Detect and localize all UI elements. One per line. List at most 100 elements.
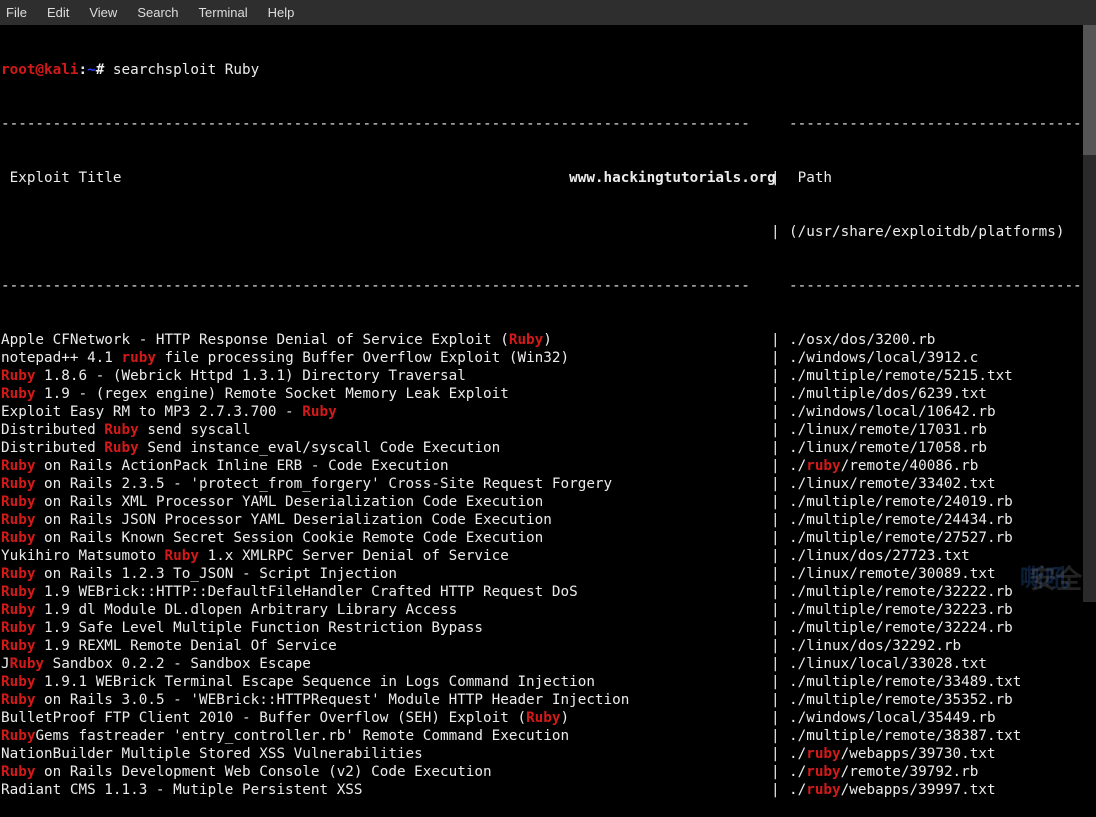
exploit-title: Ruby on Rails Known Secret Session Cooki… xyxy=(1,529,771,547)
match-highlight: Ruby xyxy=(1,764,35,780)
result-row: NationBuilder Multiple Stored XSS Vulner… xyxy=(1,745,1096,763)
prompt-command: searchsploit Ruby xyxy=(113,62,259,78)
exploit-title: RubyGems fastreader 'entry_controller.rb… xyxy=(1,727,771,745)
exploit-path: ./multiple/remote/35352.rb xyxy=(789,691,1096,709)
exploit-path: ./multiple/dos/6239.txt xyxy=(789,385,1096,403)
exploit-title: Ruby 1.9 - (regex engine) Remote Socket … xyxy=(1,385,771,403)
column-separator: | xyxy=(771,547,789,565)
exploit-title: Ruby 1.9 REXML Remote Denial Of Service xyxy=(1,637,771,655)
exploit-path: ./ruby/remote/39792.rb xyxy=(789,763,1096,781)
exploit-path: ./multiple/remote/33489.txt xyxy=(789,673,1096,691)
header-row-1: Exploit Title www.hackingtutorials.org |… xyxy=(1,169,1096,187)
match-highlight: Ruby xyxy=(104,440,138,456)
exploit-title: Ruby on Rails 1.2.3 To_JSON - Script Inj… xyxy=(1,565,771,583)
exploit-path: ./multiple/remote/24019.rb xyxy=(789,493,1096,511)
header-row-2: | (/usr/share/exploitdb/platforms) xyxy=(1,223,1096,241)
exploit-path: ./multiple/remote/27527.rb xyxy=(789,529,1096,547)
result-row: Ruby 1.9 REXML Remote Denial Of Service|… xyxy=(1,637,1096,655)
exploit-title: BulletProof FTP Client 2010 - Buffer Ove… xyxy=(1,709,771,727)
exploit-path: ./linux/dos/27723.txt xyxy=(789,547,1096,565)
menu-view[interactable]: View xyxy=(89,4,117,22)
column-separator: | xyxy=(771,727,789,745)
match-highlight: Ruby xyxy=(1,530,35,546)
column-separator: | xyxy=(771,493,789,511)
exploit-path: ./ruby/remote/40086.rb xyxy=(789,457,1096,475)
result-row: Ruby on Rails JSON Processor YAML Deseri… xyxy=(1,511,1096,529)
exploit-path: ./windows/local/3912.c xyxy=(789,349,1096,367)
result-row: Ruby on Rails 1.2.3 To_JSON - Script Inj… xyxy=(1,565,1096,583)
result-row: BulletProof FTP Client 2010 - Buffer Ove… xyxy=(1,709,1096,727)
match-highlight: Ruby xyxy=(1,728,35,744)
exploit-path: ./multiple/remote/5215.txt xyxy=(789,367,1096,385)
result-row: Distributed Ruby send syscall| ./linux/r… xyxy=(1,421,1096,439)
result-row: Ruby on Rails 3.0.5 - 'WEBrick::HTTPRequ… xyxy=(1,691,1096,709)
exploit-path: ./windows/local/35449.rb xyxy=(789,709,1096,727)
match-highlight: Ruby xyxy=(104,422,138,438)
terminal-area[interactable]: root@kali:~# searchsploit Ruby ---------… xyxy=(0,25,1096,817)
column-separator: | xyxy=(771,601,789,619)
menu-file[interactable]: File xyxy=(6,4,27,22)
match-highlight: Ruby xyxy=(1,674,35,690)
exploit-title: Yukihiro Matsumoto Ruby 1.x XMLRPC Serve… xyxy=(1,547,771,565)
match-highlight: ruby xyxy=(806,458,840,474)
match-highlight: Ruby xyxy=(1,584,35,600)
exploit-title: Ruby on Rails XML Processor YAML Deseria… xyxy=(1,493,771,511)
result-row: Ruby 1.9 Safe Level Multiple Function Re… xyxy=(1,619,1096,637)
menu-help[interactable]: Help xyxy=(268,4,295,22)
column-separator: | xyxy=(771,511,789,529)
match-highlight: Ruby xyxy=(526,710,560,726)
match-highlight: Ruby xyxy=(165,548,199,564)
column-separator: | xyxy=(771,367,789,385)
prompt-user: root@kali xyxy=(1,62,78,78)
exploit-title: Ruby 1.9 WEBrick::HTTP::DefaultFileHandl… xyxy=(1,583,771,601)
result-row: Ruby on Rails ActionPack Inline ERB - Co… xyxy=(1,457,1096,475)
column-separator: | xyxy=(771,349,789,367)
column-separator: | xyxy=(771,421,789,439)
exploit-title: Ruby on Rails ActionPack Inline ERB - Co… xyxy=(1,457,771,475)
column-separator: | xyxy=(771,403,789,421)
match-highlight: Ruby xyxy=(1,494,35,510)
exploit-title: Ruby 1.9 dl Module DL.dlopen Arbitrary L… xyxy=(1,601,771,619)
exploit-path: ./windows/local/10642.rb xyxy=(789,403,1096,421)
exploit-title: Ruby on Rails Development Web Console (v… xyxy=(1,763,771,781)
exploit-path: ./linux/dos/32292.rb xyxy=(789,637,1096,655)
scrollbar-thumb[interactable] xyxy=(1083,25,1096,155)
exploit-title: NationBuilder Multiple Stored XSS Vulner… xyxy=(1,745,771,763)
result-row: Ruby 1.9 - (regex engine) Remote Socket … xyxy=(1,385,1096,403)
result-row: Ruby on Rails 2.3.5 - 'protect_from_forg… xyxy=(1,475,1096,493)
exploit-path: ./osx/dos/3200.rb xyxy=(789,331,1096,349)
result-row: Ruby 1.9 WEBrick::HTTP::DefaultFileHandl… xyxy=(1,583,1096,601)
exploit-path: ./ruby/webapps/39997.txt xyxy=(789,781,1096,799)
result-row: Distributed Ruby Send instance_eval/sysc… xyxy=(1,439,1096,457)
exploit-title: Ruby 1.8.6 - (Webrick Httpd 1.3.1) Direc… xyxy=(1,367,771,385)
column-separator: | xyxy=(771,637,789,655)
match-highlight: Ruby xyxy=(509,332,543,348)
result-row: Ruby on Rails Development Web Console (v… xyxy=(1,763,1096,781)
exploit-title: Exploit Easy RM to MP3 2.7.3.700 - Ruby xyxy=(1,403,771,421)
result-row: Ruby 1.9 dl Module DL.dlopen Arbitrary L… xyxy=(1,601,1096,619)
match-highlight: Ruby xyxy=(1,566,35,582)
match-highlight: Ruby xyxy=(10,656,44,672)
column-separator: | xyxy=(771,619,789,637)
prompt-colon: : xyxy=(78,62,87,78)
menu-search[interactable]: Search xyxy=(137,4,178,22)
match-highlight: Ruby xyxy=(1,458,35,474)
exploit-path: ./linux/remote/33402.txt xyxy=(789,475,1096,493)
column-separator: | xyxy=(771,745,789,763)
column-separator: | xyxy=(771,709,789,727)
exploit-path: ./linux/remote/17058.rb xyxy=(789,439,1096,457)
menu-edit[interactable]: Edit xyxy=(47,4,69,22)
divider-mid: ----------------------------------------… xyxy=(1,277,1096,295)
exploit-title: Distributed Ruby send syscall xyxy=(1,421,771,439)
divider-top: ----------------------------------------… xyxy=(1,115,1096,133)
match-highlight: Ruby xyxy=(1,602,35,618)
scrollbar[interactable] xyxy=(1083,25,1096,602)
result-row: Yukihiro Matsumoto Ruby 1.x XMLRPC Serve… xyxy=(1,547,1096,565)
exploit-path: ./multiple/remote/38387.txt xyxy=(789,727,1096,745)
watermark-logo-2: 安全 xyxy=(1030,570,1082,588)
prompt-line: root@kali:~# searchsploit Ruby xyxy=(1,61,1096,79)
column-separator: | xyxy=(771,475,789,493)
exploit-title: Apple CFNetwork - HTTP Response Denial o… xyxy=(1,331,771,349)
result-row: RubyGems fastreader 'entry_controller.rb… xyxy=(1,727,1096,745)
menu-terminal[interactable]: Terminal xyxy=(199,4,248,22)
